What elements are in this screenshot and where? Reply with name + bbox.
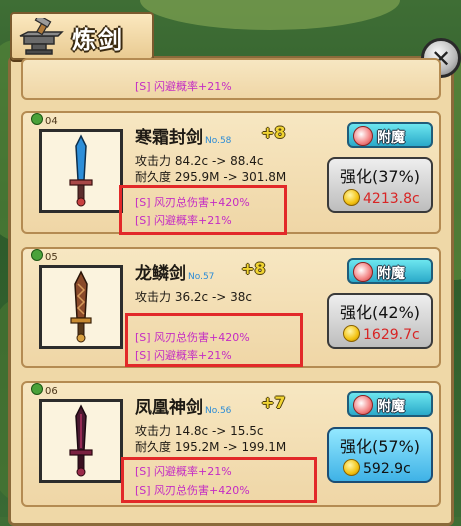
dragon-scale-sword-icon xyxy=(70,270,92,343)
sword-level: +8 xyxy=(261,123,286,142)
enchant-gem-icon xyxy=(353,395,373,415)
sword-index: 05 xyxy=(31,249,58,263)
sword-image-frame[interactable] xyxy=(39,265,123,349)
upgrade-button[interactable]: 强化(37%) 4213.8c xyxy=(327,157,433,213)
sword-image-frame[interactable] xyxy=(39,399,123,483)
bonus-text: [S] 闪避概率+21% xyxy=(135,80,232,93)
sword-index: 04 xyxy=(31,113,58,127)
upgrade-button[interactable]: 强化(57%) 592.9c xyxy=(327,427,433,483)
upgrade-cost: 4213.8c xyxy=(363,191,420,207)
durability-stat: 耐久度 295.9M -> 301.8M xyxy=(135,170,287,184)
phoenix-sword-icon xyxy=(69,404,93,477)
sword-card: 06 凤凰神剑 No.56 +7 攻击力 14.8c -> 15.5c 耐久度 1… xyxy=(21,381,441,507)
sword-level: +7 xyxy=(261,393,286,412)
attack-stat: 攻击力 84.2c -> 88.4c xyxy=(135,154,264,168)
attack-stat: 攻击力 14.8c -> 15.5c xyxy=(135,424,264,438)
enchant-button[interactable]: 附魔 xyxy=(347,122,433,148)
sword-card: 05 龙鳞剑 No.57 +8 攻击力 36.2c -> 38c [S] 风刃总伤… xyxy=(21,247,441,368)
attack-stat: 攻击力 36.2c -> 38c xyxy=(135,290,253,304)
sword-level: +8 xyxy=(241,259,266,278)
sword-slot-icon xyxy=(31,249,43,261)
durability-stat: 耐久度 195.2M -> 199.1M xyxy=(135,440,287,454)
title-bar: 炼剑 xyxy=(10,12,154,60)
sword-name: 龙鳞剑 No.57 xyxy=(135,264,215,284)
sword-slot-icon xyxy=(31,383,43,395)
highlight-box xyxy=(121,457,317,503)
sword-card-partial: [S] 闪避概率+21% xyxy=(21,58,441,100)
upgrade-button[interactable]: 强化(42%) 1629.7c xyxy=(327,293,433,349)
gold-coin-icon xyxy=(343,459,360,476)
anvil-hammer-icon xyxy=(19,18,64,55)
enchant-gem-icon xyxy=(353,262,373,282)
enchant-gem-icon xyxy=(353,126,373,146)
sword-name: 凤凰神剑 No.56 xyxy=(135,398,232,418)
upgrade-cost: 1629.7c xyxy=(363,327,420,343)
page-title: 炼剑 xyxy=(72,26,124,54)
gold-coin-icon xyxy=(343,189,360,206)
sword-index: 06 xyxy=(31,383,58,397)
sword-name: 寒霜封剑 No.58 xyxy=(135,128,232,148)
sword-card: 04 寒霜封剑 No.58 +8 攻击力 84.2c -> 88.4c 耐久度 2… xyxy=(21,111,441,235)
upgrade-cost: 592.9c xyxy=(363,461,411,477)
frost-sword-icon xyxy=(69,134,93,207)
gold-coin-icon xyxy=(343,325,360,342)
sword-image-frame[interactable] xyxy=(39,129,123,213)
highlight-box xyxy=(119,185,287,235)
enchant-button[interactable]: 附魔 xyxy=(347,391,433,417)
enchant-button[interactable]: 附魔 xyxy=(347,258,433,284)
highlight-box xyxy=(125,313,303,367)
sword-slot-icon xyxy=(31,113,43,125)
